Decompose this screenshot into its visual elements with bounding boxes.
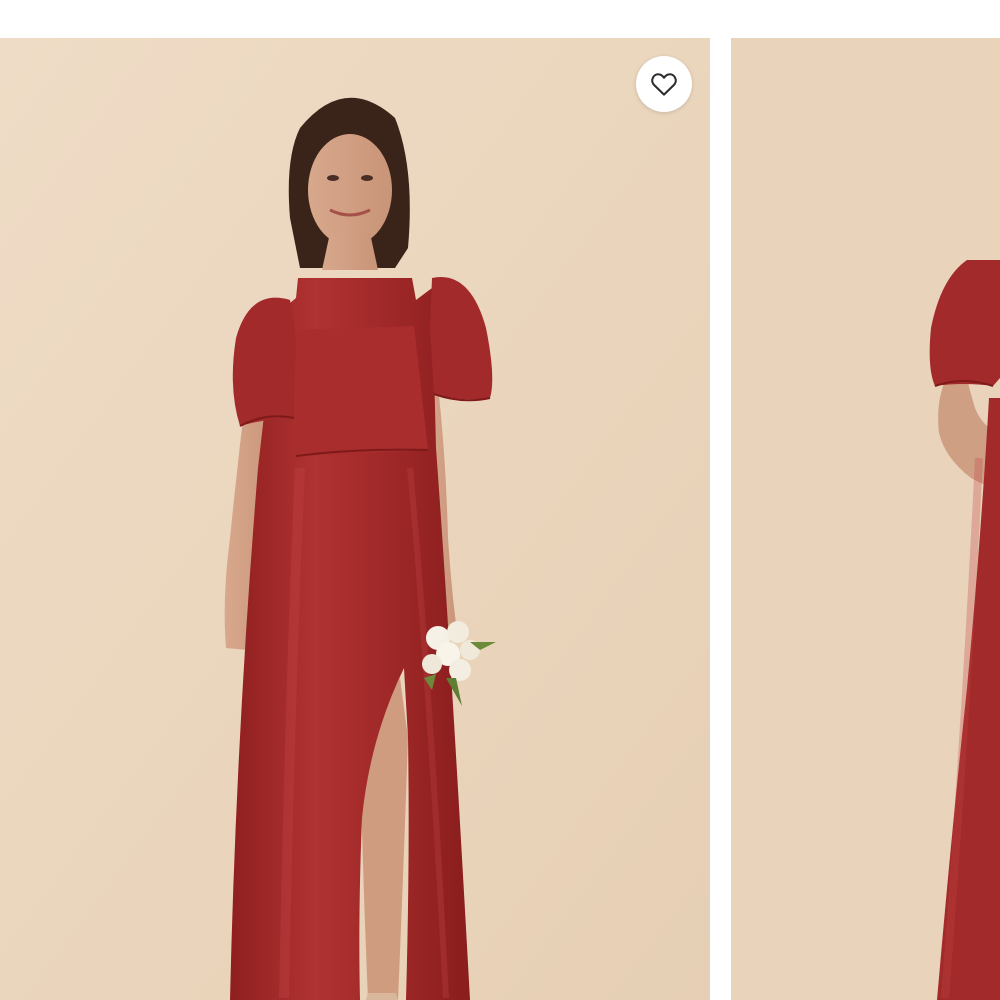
favorite-button[interactable] [636, 56, 692, 112]
product-image-secondary[interactable] [731, 38, 1000, 1000]
product-image-main[interactable] [0, 38, 710, 1000]
heart-outline-icon [651, 73, 677, 96]
image-carousel[interactable] [0, 38, 1000, 1000]
model-photo-side [731, 38, 1000, 1000]
product-gallery-page [0, 0, 1000, 1000]
model-photo [0, 38, 710, 1000]
